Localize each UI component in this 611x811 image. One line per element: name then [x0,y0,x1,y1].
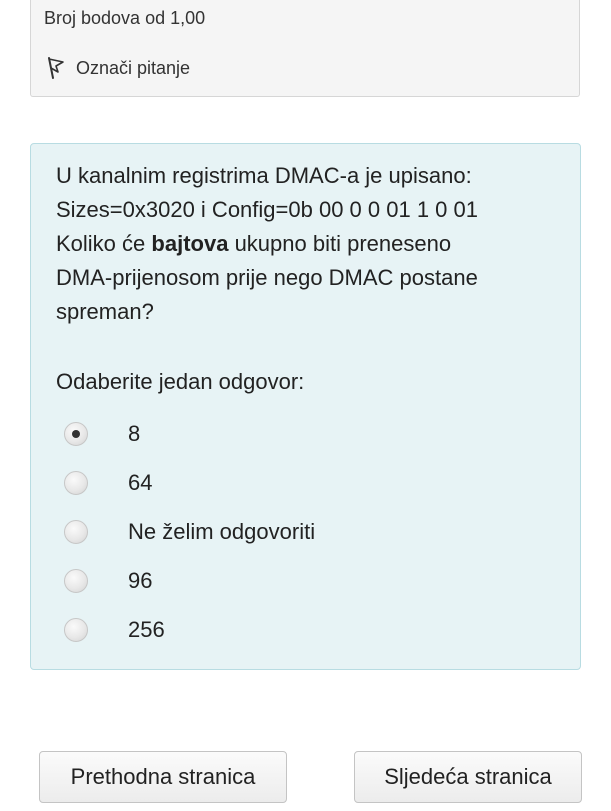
question-text-segment: Koliko će [56,231,146,256]
question-line: spreman? [56,299,154,324]
answer-option-label: Ne želim odgovoriti [128,518,316,544]
question-info-panel: Broj bodova od 1,00 Označi pitanje [30,0,580,97]
radio-button-selected[interactable] [64,421,88,446]
question-line: DMA-prijenosom prije nego DMAC postane [56,265,478,290]
question-line: U kanalnim registrima DMAC-a je upisano: [56,163,472,188]
radio-button[interactable] [64,470,88,495]
previous-page-button[interactable]: Prethodna stranica [39,751,287,803]
question-line: Koliko će bajtova ukupno biti preneseno [56,227,556,261]
answer-option[interactable]: 8 [64,409,544,458]
radio-button[interactable] [64,618,88,643]
answer-option[interactable]: Ne želim odgovoriti [64,507,544,556]
next-page-button[interactable]: Sljedeća stranica [354,751,582,803]
question-text-segment: ukupno biti preneseno [234,231,452,256]
radio-button[interactable] [64,569,88,594]
answer-option-label: 64 [128,469,153,495]
quiz-page: Broj bodova od 1,00 Označi pitanje U kan… [0,0,611,811]
question-panel: U kanalnim registrima DMAC-a je upisano:… [30,143,581,670]
answer-option-label: 96 [128,568,153,594]
radio-button[interactable] [64,519,88,544]
points-text: Broj bodova od 1,00 [44,8,206,28]
answer-option-label: 8 [128,420,141,446]
flag-icon [45,56,67,80]
answer-prompt: Odaberite jedan odgovor: [56,369,305,394]
answer-options: 8 64 Ne želim odgovoriti 96 256 [64,409,544,655]
answer-option[interactable]: 256 [64,606,544,655]
flag-question-label: Označi pitanje [76,57,191,78]
answer-option[interactable]: 96 [64,557,544,606]
flag-question-link[interactable]: Označi pitanje [45,56,190,80]
answer-option-label: 256 [128,617,165,643]
answer-option[interactable]: 64 [64,458,544,507]
question-text: U kanalnim registrima DMAC-a je upisano:… [56,159,556,329]
question-bold-word: bajtova [151,231,229,256]
question-line: Sizes=0x3020 i Config=0b 00 0 0 01 1 0 0… [56,197,478,222]
